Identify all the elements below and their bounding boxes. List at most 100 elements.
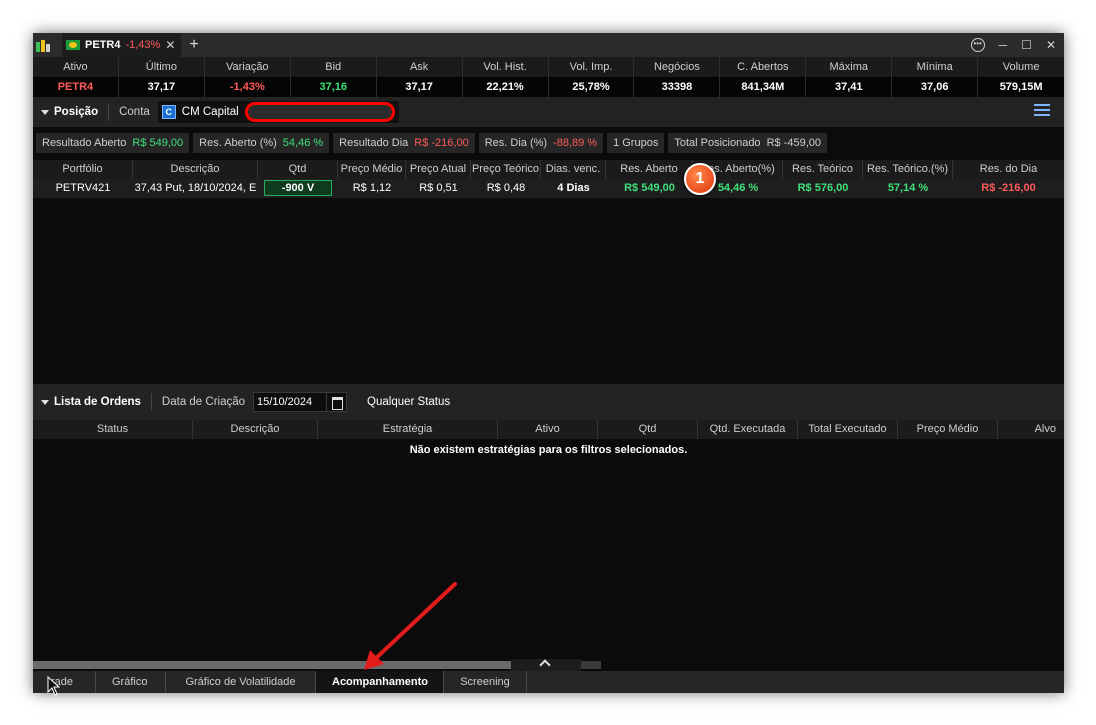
summary-label: Resultado Aberto bbox=[42, 137, 127, 149]
column-header[interactable]: Dias. venc. bbox=[541, 160, 606, 179]
quote-header: Vol. Imp. bbox=[549, 57, 635, 77]
quote-header: Máxima bbox=[806, 57, 893, 77]
tab-symbol: PETR4 bbox=[85, 39, 121, 51]
cell-description: 37,43 Put, 18/10/2024, E bbox=[134, 182, 257, 194]
orders-section-header: Lista de Ordens Data de Criação 15/10/20… bbox=[33, 384, 1064, 420]
column-header[interactable]: Qtd bbox=[598, 420, 698, 439]
maximize-icon[interactable]: ☐ bbox=[1021, 38, 1032, 52]
quote-bid: 37,16 bbox=[291, 77, 377, 97]
summary-label: Total Posicionado bbox=[674, 137, 761, 149]
minimize-icon[interactable]: ─ bbox=[999, 38, 1008, 52]
quote-table: Ativo Último Variação Bid Ask Vol. Hist.… bbox=[33, 57, 1064, 97]
creation-date-input[interactable]: 15/10/2024 bbox=[253, 392, 348, 412]
tab-grafico[interactable]: Gráfico bbox=[96, 671, 166, 693]
annotation-badge: 1 bbox=[684, 163, 716, 195]
brazil-flag-icon bbox=[66, 40, 80, 50]
empty-orders-message: Não existem estratégias para os filtros … bbox=[409, 444, 688, 456]
column-header[interactable]: Portfólio bbox=[33, 160, 133, 179]
account-selector[interactable]: C CM Capital bbox=[157, 101, 399, 123]
summary-label: Res. Dia (%) bbox=[484, 137, 548, 149]
qty-badge[interactable]: -900 V bbox=[264, 180, 332, 196]
close-tab-icon[interactable]: ✕ bbox=[165, 38, 175, 52]
broker-logo-icon: C bbox=[161, 105, 176, 119]
column-header[interactable]: Status bbox=[33, 420, 193, 439]
app-logo-icon bbox=[36, 38, 54, 52]
settings-sliders-icon[interactable] bbox=[1034, 104, 1050, 118]
quote-values-row[interactable]: PETR4 37,17 -1,43% 37,16 37,17 22,21% 25… bbox=[33, 77, 1064, 97]
annotation-arrow-icon bbox=[364, 582, 457, 670]
quote-volume: 579,15M bbox=[999, 81, 1043, 93]
more-options-icon[interactable]: ••• bbox=[970, 38, 985, 52]
column-header[interactable]: Preço Teórico bbox=[471, 160, 541, 179]
quote-vol-imp: 25,78% bbox=[549, 77, 635, 97]
account-name: CM Capital bbox=[181, 106, 239, 118]
quote-open-contracts: 841,34M bbox=[720, 77, 807, 97]
expand-panel-chevron-up-icon[interactable] bbox=[511, 659, 581, 671]
cell-day-result: R$ -216,00 bbox=[981, 182, 1036, 194]
column-header[interactable]: Estratégia bbox=[318, 420, 498, 439]
quote-header: Último bbox=[119, 57, 205, 77]
quote-header: Variação bbox=[205, 57, 291, 77]
column-header[interactable]: Res. Teórico bbox=[783, 160, 863, 179]
date-value[interactable]: 15/10/2024 bbox=[254, 396, 326, 408]
quote-symbol[interactable]: PETR4 bbox=[33, 77, 119, 97]
column-header[interactable]: Preço Atual bbox=[406, 160, 471, 179]
summary-label: Resultado Dia bbox=[339, 137, 409, 149]
cell-qty: -900 V bbox=[258, 179, 338, 198]
tab-trade[interactable]: rade bbox=[33, 671, 96, 693]
column-header[interactable]: Alvo bbox=[998, 420, 1064, 439]
divider bbox=[150, 393, 152, 411]
summary-value: 54,46 % bbox=[282, 137, 324, 149]
creation-date-label: Data de Criação bbox=[161, 396, 246, 408]
column-header[interactable]: Ativo bbox=[498, 420, 598, 439]
tab-grafico-volatilidade[interactable]: Gráfico de Volatilidade bbox=[166, 671, 316, 693]
summary-label: 1 Grupos bbox=[613, 137, 659, 149]
quote-header: Ask bbox=[377, 57, 463, 77]
close-window-icon[interactable]: ✕ bbox=[1046, 38, 1056, 52]
tab-screening[interactable]: Screening bbox=[444, 671, 527, 693]
add-tab-icon[interactable]: + bbox=[189, 37, 198, 53]
column-header[interactable]: Descrição bbox=[133, 160, 258, 179]
summary-day-result: Resultado Dia R$ -216,00 bbox=[333, 133, 475, 153]
collapse-caret-icon[interactable] bbox=[41, 399, 49, 405]
orders-title[interactable]: Lista de Ordens bbox=[54, 396, 141, 408]
column-header[interactable]: Qtd. Executada bbox=[698, 420, 798, 439]
column-header[interactable]: Res. do Dia bbox=[953, 160, 1064, 179]
cell-theoretical-price: R$ 0,48 bbox=[486, 182, 526, 194]
column-header[interactable]: Res. Aberto bbox=[606, 160, 693, 179]
column-header[interactable]: Res. Teórico.(%) bbox=[863, 160, 953, 179]
tab-acompanhamento[interactable]: Acompanhamento bbox=[316, 671, 444, 693]
quote-header: Ativo bbox=[33, 57, 119, 77]
column-header[interactable]: Qtd bbox=[258, 160, 338, 179]
summary-open-result: Resultado Aberto R$ 549,00 bbox=[36, 133, 190, 153]
title-bar: PETR4 -1,43% ✕ + ••• ─ ☐ ✕ bbox=[33, 33, 1064, 57]
column-header[interactable]: Total Executado bbox=[798, 420, 898, 439]
quote-header: Volume bbox=[1002, 61, 1040, 73]
column-header[interactable]: Preço Médio bbox=[338, 160, 406, 179]
tab-change: -1,43% bbox=[125, 39, 161, 51]
table-row[interactable]: PETRV421 37,43 Put, 18/10/2024, E -900 V… bbox=[33, 179, 1064, 198]
position-title[interactable]: Posição bbox=[54, 106, 98, 118]
orders-header-row: Status Descrição Estratégia Ativo Qtd Qt… bbox=[33, 420, 1064, 439]
orders-table: Status Descrição Estratégia Ativo Qtd Qt… bbox=[33, 420, 1064, 456]
summary-label: Res. Aberto (%) bbox=[199, 137, 277, 149]
mouse-cursor-icon bbox=[47, 676, 61, 696]
summary-open-result-pct: Res. Aberto (%) 54,46 % bbox=[193, 133, 330, 153]
quote-variation: -1,43% bbox=[205, 77, 291, 97]
column-header[interactable]: Descrição bbox=[193, 420, 318, 439]
quote-header: C. Abertos bbox=[720, 57, 807, 77]
quote-low: 37,06 bbox=[892, 77, 979, 97]
summary-value: R$ -216,00 bbox=[414, 137, 469, 149]
status-filter[interactable]: Qualquer Status bbox=[367, 396, 450, 408]
cell-avg-price: R$ 1,12 bbox=[352, 182, 392, 194]
calendar-icon[interactable] bbox=[326, 393, 346, 411]
quote-header-row: Ativo Último Variação Bid Ask Vol. Hist.… bbox=[33, 57, 1064, 77]
collapse-caret-icon[interactable] bbox=[41, 109, 49, 115]
quote-last: 37,17 bbox=[119, 77, 205, 97]
quote-trades: 33398 bbox=[634, 77, 721, 97]
quote-header: Mínima bbox=[892, 57, 979, 77]
divider bbox=[108, 103, 110, 121]
account-label: Conta bbox=[119, 106, 150, 118]
tab-petr4[interactable]: PETR4 -1,43% ✕ bbox=[62, 33, 182, 57]
column-header[interactable]: Preço Médio bbox=[898, 420, 998, 439]
